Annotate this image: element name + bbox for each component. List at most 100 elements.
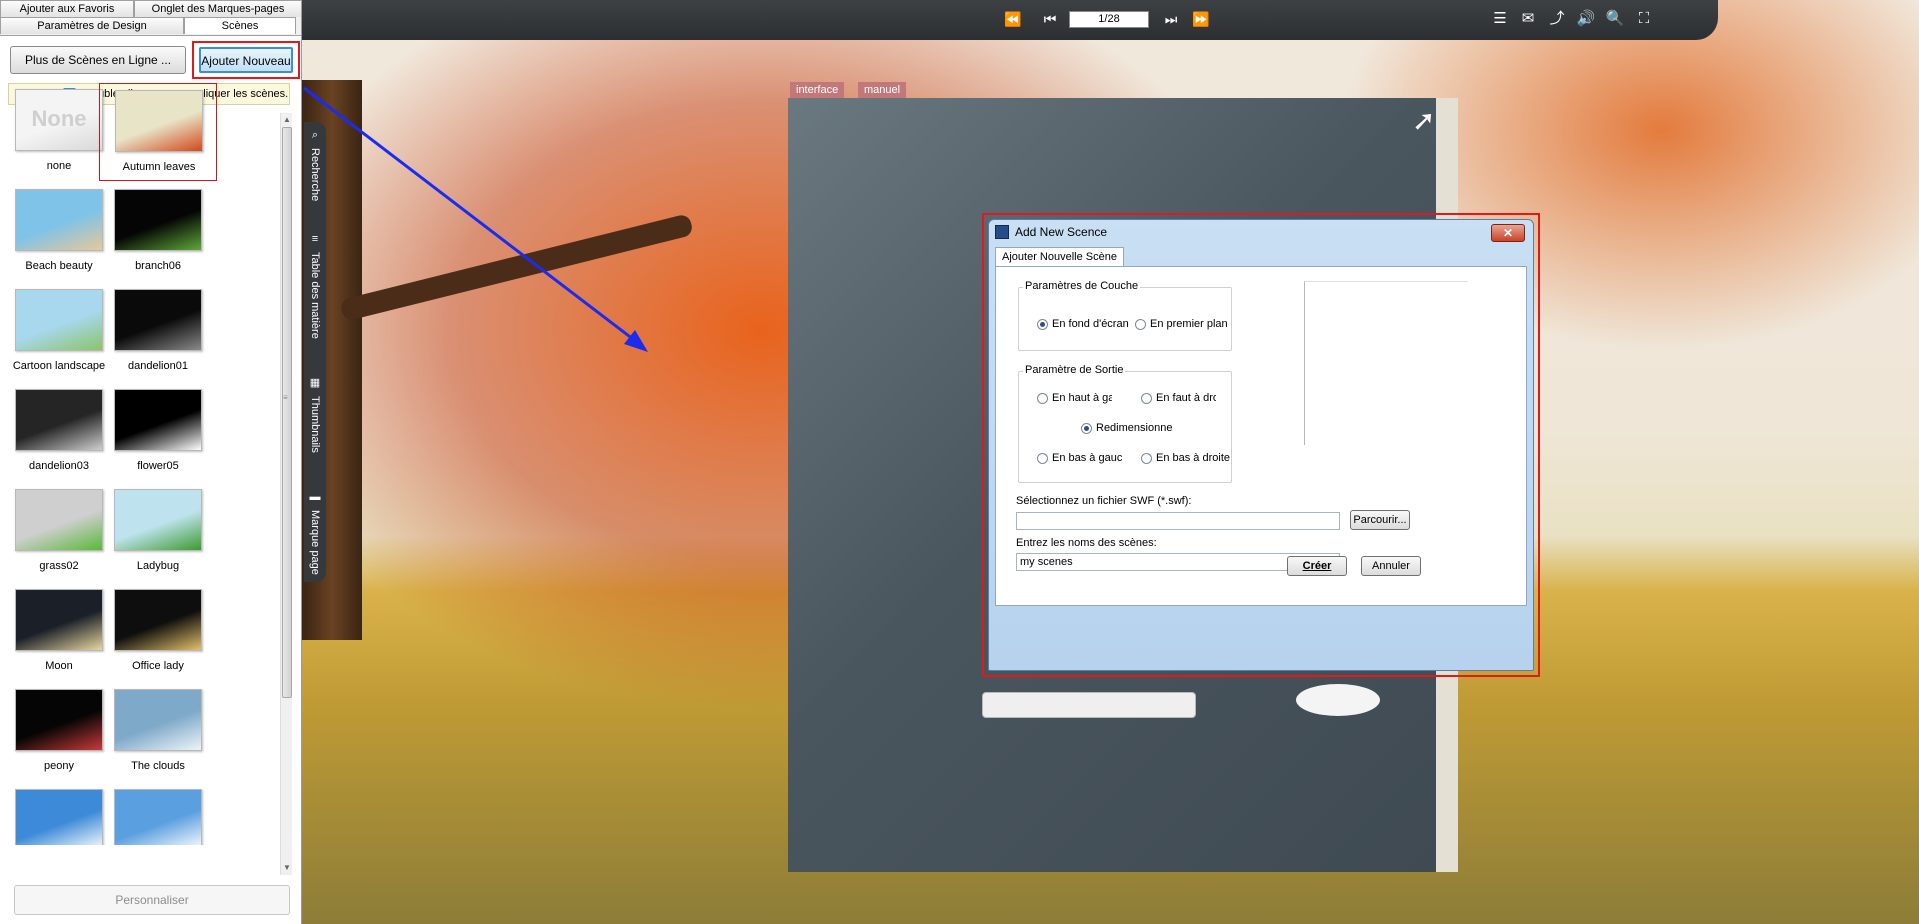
add-new-scene-dialog: Add New Scence ✕ Ajouter Nouvelle Scène …: [988, 219, 1534, 671]
radio-background-label: En fond d'écran: [1052, 318, 1129, 330]
scene-item[interactable]: The clouds: [99, 683, 217, 781]
scene-thumbnail: None: [15, 89, 103, 151]
arrow-head: [624, 330, 648, 352]
scene-thumbnail: [15, 389, 103, 451]
scroll-down-icon[interactable]: ▼: [283, 863, 291, 872]
share-icon[interactable]: ⤴: [1546, 8, 1568, 30]
radio-bottom-left[interactable]: En bas à gauch: [1037, 452, 1125, 466]
radio-top-left-label: En haut à ga: [1052, 392, 1112, 404]
mouse-illustration: [1296, 684, 1380, 716]
bookmark-icon: ▬: [309, 491, 321, 503]
scene-item[interactable]: [99, 783, 217, 845]
first-page-icon[interactable]: ⏪: [1002, 8, 1024, 30]
scene-thumbnail: [15, 589, 103, 651]
side-tab-search[interactable]: ⌕ Recherche: [304, 128, 326, 213]
email-icon[interactable]: ✉: [1517, 8, 1539, 30]
radio-dot: [1135, 319, 1146, 330]
scene-label: dandelion01: [128, 360, 188, 372]
swf-file-input[interactable]: [1016, 512, 1340, 530]
tab-favorites[interactable]: Ajouter aux Favoris: [0, 0, 134, 17]
scene-item[interactable]: Office lady: [99, 583, 217, 681]
scene-names-label: Entrez les noms des scènes:: [1016, 537, 1157, 549]
scene-item[interactable]: dandelion01: [99, 283, 217, 381]
dialog-titlebar[interactable]: Add New Scence ✕: [989, 220, 1533, 244]
radio-foreground-label: En premier plan: [1150, 318, 1228, 330]
scene-item[interactable]: branch06: [99, 183, 217, 281]
radio-bottom-left-label: En bas à gauch: [1052, 452, 1122, 464]
radio-dot: [1141, 393, 1152, 404]
tab-design-settings[interactable]: Paramètres de Design: [0, 17, 184, 34]
fullscreen-icon[interactable]: ⛶: [1633, 8, 1655, 30]
tab-add-new-scene[interactable]: Ajouter Nouvelle Scène: [995, 247, 1124, 267]
scene-thumbnail: [15, 689, 103, 751]
keyboard-illustration: [982, 692, 1196, 718]
side-tab-thumbnails-label: Thumbnails: [309, 396, 321, 453]
tab-row-top: Ajouter aux Favoris Onglet des Marques-p…: [0, 0, 302, 17]
swf-file-label: Sélectionnez un fichier SWF (*.swf):: [1016, 495, 1192, 507]
radio-bottom-right-label: En bas à droite: [1156, 452, 1230, 464]
previous-page-icon[interactable]: ⏮: [1039, 8, 1061, 30]
scene-label: branch06: [135, 260, 181, 272]
scroll-thumb[interactable]: [282, 127, 292, 698]
radio-top-left[interactable]: En haut à ga: [1037, 392, 1115, 406]
next-page-icon[interactable]: ⏭: [1160, 8, 1182, 30]
viewer-side-tabs: ⌕ Recherche ≡ Table des matière ▦ Thumbn…: [304, 122, 326, 582]
side-tab-thumbnails[interactable]: ▦ Thumbnails: [304, 376, 326, 476]
app-icon: [995, 225, 1009, 239]
list-icon: ≡: [311, 233, 319, 245]
output-settings-title: Paramètre de Sortie: [1023, 364, 1126, 376]
scene-thumbnail: [114, 389, 202, 451]
scene-item[interactable]: Ladybug: [99, 483, 217, 581]
radio-bottom-right[interactable]: En bas à droite: [1141, 452, 1231, 466]
sound-icon[interactable]: 🔊: [1575, 8, 1597, 30]
scene-scrollbar[interactable]: ▲ ≡ ▼: [280, 113, 292, 875]
scene-label: flower05: [137, 460, 179, 472]
page-corner-cursor-icon: ➚: [1412, 105, 1436, 136]
side-tab-bookmark[interactable]: ▬ Marque page: [304, 490, 326, 580]
side-tab-search-label: Recherche: [309, 148, 321, 202]
side-tab-table-of-contents[interactable]: ≡ Table des matière: [304, 232, 326, 352]
browse-button[interactable]: Parcourir...: [1350, 510, 1410, 530]
scene-label: The clouds: [131, 760, 185, 772]
scene-thumbnail: [15, 189, 103, 251]
radio-top-right[interactable]: En faut à dro: [1141, 392, 1221, 406]
scene-thumbnail: [114, 289, 202, 351]
scene-grid: None none Autumn leaves Beach beauty branch0…: [8, 83, 280, 845]
book-tab-manual[interactable]: manuel: [858, 82, 907, 98]
radio-background[interactable]: En fond d'écran: [1037, 318, 1129, 332]
page-number-input[interactable]: 1/28: [1069, 11, 1149, 28]
more-scenes-online-button[interactable]: Plus de Scènes en Ligne ...: [10, 46, 186, 74]
book-tab-interface[interactable]: interface: [790, 82, 845, 98]
tree-branch: [339, 213, 694, 322]
scene-thumbnail: [15, 289, 103, 351]
side-tab-toc-label: Table des matière: [309, 252, 321, 339]
scene-item[interactable]: Autumn leaves: [99, 83, 217, 181]
tab-scenes[interactable]: Scènes: [184, 17, 296, 34]
search-icon: ⌕: [311, 129, 319, 141]
customize-button[interactable]: Personnaliser: [14, 885, 290, 915]
last-page-icon[interactable]: ⏩: [1190, 8, 1212, 30]
add-new-scene-button[interactable]: Ajouter Nouveau: [199, 47, 293, 73]
scene-item[interactable]: flower05: [99, 383, 217, 481]
scene-label: Ladybug: [136, 560, 180, 572]
dialog-highlight: Add New Scence ✕ Ajouter Nouvelle Scène …: [982, 213, 1540, 677]
scene-thumbnail: [114, 189, 202, 251]
scene-thumbnail: [15, 789, 103, 845]
tab-row-bottom: Paramètres de Design Scènes: [0, 17, 296, 34]
scroll-up-icon[interactable]: ▲: [283, 115, 291, 124]
add-new-highlight: Ajouter Nouveau: [192, 41, 300, 79]
scene-thumbnail: [114, 689, 202, 751]
cancel-button[interactable]: Annuler: [1361, 556, 1421, 576]
scene-thumbnail: [114, 589, 202, 651]
create-button[interactable]: Créer: [1287, 556, 1347, 576]
scene-label: Office lady: [132, 660, 184, 672]
radio-resize[interactable]: Redimensionne: [1081, 422, 1177, 436]
table-of-contents-icon[interactable]: ☰: [1489, 8, 1511, 30]
close-button[interactable]: ✕: [1491, 224, 1525, 242]
zoom-icon[interactable]: 🔍: [1604, 8, 1626, 30]
radio-foreground[interactable]: En premier plan: [1135, 318, 1228, 332]
tab-bookmarks[interactable]: Onglet des Marques-pages: [134, 0, 302, 17]
scene-thumbnail: [115, 90, 203, 152]
radio-dot: [1081, 423, 1092, 434]
scene-thumbnail: [15, 489, 103, 551]
